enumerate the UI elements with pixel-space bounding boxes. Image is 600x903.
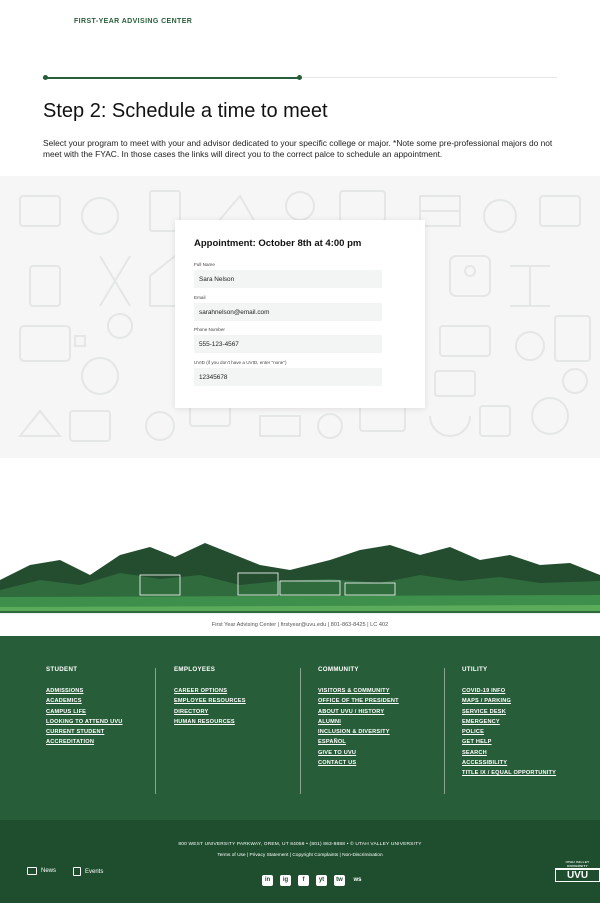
full-name-label: Full Name (194, 262, 215, 267)
footer-link[interactable]: POLICE (462, 727, 556, 737)
social-links: in ig f yt tw ws (262, 875, 363, 886)
progress-start-dot (43, 75, 48, 80)
footer-link[interactable]: CAREER OPTIONS (174, 686, 246, 696)
youtube-icon[interactable]: yt (316, 875, 327, 886)
mountain-campus-illustration (0, 543, 600, 615)
footer-link[interactable]: COVID-19 INFO (462, 686, 556, 696)
footer-link[interactable]: ABOUT UVU / HISTORY (318, 707, 399, 717)
uvu-logo-small: UTAH VALLEY UNIVERSITY (565, 860, 590, 868)
uvu-logo[interactable]: UTAH VALLEY UNIVERSITY UVU (555, 860, 600, 882)
footer-link[interactable]: GIVE TO UVU (318, 748, 399, 758)
progress-current-dot (297, 75, 302, 80)
appointment-form-card: Appointment: October 8th at 4:00 pm Full… (175, 220, 425, 408)
calendar-icon (73, 867, 81, 876)
footer-link[interactable]: EMERGENCY (462, 717, 556, 727)
footer-link[interactable]: CONTACT US (318, 758, 399, 768)
footer-link[interactable]: MAPS / PARKING (462, 696, 556, 706)
progress-fill (43, 77, 300, 79)
footer-col-title: STUDENT (46, 666, 78, 673)
footer-link[interactable]: OFFICE OF THE PRESIDENT (318, 696, 399, 706)
footer-link[interactable]: ACADEMICS (46, 696, 123, 706)
footer-col-community: COMMUNITY VISITORS & COMMUNITY OFFICE OF… (318, 666, 399, 768)
twitter-icon[interactable]: tw (334, 875, 345, 886)
footer-col-title: UTILITY (462, 666, 488, 673)
phone-input[interactable] (194, 335, 382, 353)
contact-info-bar: First Year Advising Center | firstyear@u… (0, 613, 600, 636)
footer-bottom: 800 WEST UNIVERSITY PARKWAY, OREM, UT 84… (0, 820, 600, 903)
footer-link[interactable]: ADMISSIONS (46, 686, 123, 696)
step-intro: Select your program to meet with your an… (43, 138, 553, 159)
footer-link[interactable]: ACCESSIBILITY (462, 758, 556, 768)
uvu-logo-big: UVU (555, 868, 600, 882)
footer-link[interactable]: ACCREDITATION (46, 737, 123, 747)
events-label: Events (85, 868, 104, 875)
uvid-input[interactable] (194, 368, 382, 386)
facebook-icon[interactable]: f (298, 875, 309, 886)
phone-label: Phone Number (194, 327, 225, 332)
footer-link[interactable]: DIRECTORY (174, 707, 246, 717)
appointment-title: Appointment: October 8th at 4:00 pm (194, 238, 362, 249)
footer-link[interactable]: VISITORS & COMMUNITY (318, 686, 399, 696)
footer-link[interactable]: ALUMNI (318, 717, 399, 727)
progress-bar (43, 75, 557, 80)
footer-link[interactable]: SERVICE DESK (462, 707, 556, 717)
news-icon (27, 867, 37, 875)
instagram-icon[interactable]: ig (280, 875, 291, 886)
full-name-input[interactable] (194, 270, 382, 288)
footer-link[interactable]: LOOKING TO ATTEND UVU (46, 717, 123, 727)
email-label: Email (194, 295, 206, 300)
footer-divider (300, 668, 301, 794)
email-input[interactable] (194, 303, 382, 321)
footer-link[interactable]: GET HELP (462, 737, 556, 747)
footer-col-employees: EMPLOYEES CAREER OPTIONS EMPLOYEE RESOUR… (174, 666, 246, 727)
footer-divider (444, 668, 445, 794)
footer-link[interactable]: CURRENT STUDENT (46, 727, 123, 737)
uvid-label: UVID (if you don't have a UVID, enter "n… (194, 360, 287, 365)
events-link[interactable]: Events (73, 867, 103, 876)
footer-legal-links[interactable]: Terms of Use | Privacy Statement | Copyr… (0, 853, 600, 858)
footer-link[interactable]: CAMPUS LIFE (46, 707, 123, 717)
footer-link[interactable]: ESPAÑOL (318, 737, 399, 747)
news-label: News (41, 868, 57, 874)
footer-divider (155, 668, 156, 794)
step-title: Step 2: Schedule a time to meet (43, 100, 328, 122)
footer-col-utility: UTILITY COVID-19 INFO MAPS / PARKING SER… (462, 666, 556, 779)
footer-link[interactable]: EMPLOYEE RESOURCES (174, 696, 246, 706)
linkedin-icon[interactable]: in (262, 875, 273, 886)
footer-links: STUDENT ADMISSIONS ACADEMICS CAMPUS LIFE… (0, 636, 600, 820)
footer-link[interactable]: HUMAN RESOURCES (174, 717, 246, 727)
footer-col-title: COMMUNITY (318, 666, 359, 673)
footer-col-student: STUDENT ADMISSIONS ACADEMICS CAMPUS LIFE… (46, 666, 123, 748)
footer-address: 800 WEST UNIVERSITY PARKWAY, OREM, UT 84… (178, 842, 422, 847)
footer-col-title: EMPLOYEES (174, 666, 216, 673)
footer-link[interactable]: TITLE IX / EQUAL OPPORTUNITY (462, 768, 556, 778)
news-link[interactable]: News (27, 867, 56, 875)
wolverine-icon[interactable]: ws (352, 875, 363, 886)
site-brand[interactable]: FIRST-YEAR ADVISING CENTER (74, 18, 192, 25)
footer-link[interactable]: INCLUSION & DIVERSITY (318, 727, 399, 737)
footer-link[interactable]: SEARCH (462, 748, 556, 758)
